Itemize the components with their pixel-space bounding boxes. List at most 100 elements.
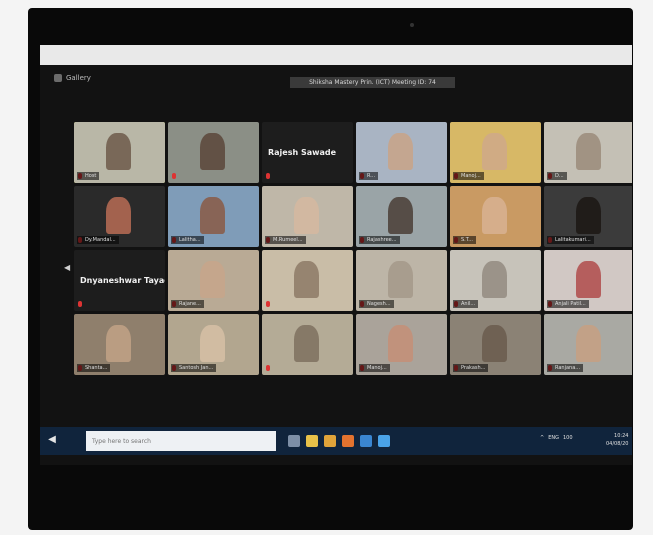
- participant-tile[interactable]: Dy.Mandal...: [74, 186, 165, 247]
- participant-silhouette: [199, 196, 226, 234]
- participant-tile[interactable]: Prakash...: [450, 314, 541, 375]
- participant-name-label: Manoj...: [359, 364, 390, 372]
- participant-name-label: Santosh Jan...: [171, 364, 217, 372]
- participant-silhouette: [387, 196, 414, 234]
- participant-silhouette: [293, 324, 320, 362]
- participant-name-label: Lalitakumari...: [547, 236, 594, 244]
- meeting-header: Gallery Shiksha Mastery Prin. (ICT) Meet…: [40, 67, 632, 95]
- participant-name-label: Anil...: [453, 300, 479, 308]
- taskbar-search[interactable]: [86, 431, 286, 451]
- participant-name-display: Dnyaneshwar Tayade: [80, 276, 165, 285]
- participant-name-label: Rajane...: [171, 300, 204, 308]
- participant-tile[interactable]: Ranjana...: [544, 314, 632, 375]
- participant-tile[interactable]: Host: [74, 122, 165, 183]
- grid-icon: [54, 74, 62, 82]
- language-indicator[interactable]: ENG: [548, 435, 559, 441]
- mic-muted-icon: [78, 301, 82, 307]
- page-left-arrow[interactable]: ◀: [64, 263, 70, 272]
- screen-top-strip: [40, 45, 632, 65]
- meeting-title: Shiksha Mastery Prin. (ICT) Meeting ID: …: [290, 77, 455, 88]
- participant-name-label: Manoj...: [453, 172, 484, 180]
- participant-silhouette: [575, 324, 602, 362]
- participant-name-label: Dy.Mandal...: [77, 236, 119, 244]
- participant-silhouette: [481, 260, 508, 298]
- participant-name-label: D...: [547, 172, 567, 180]
- participant-tile[interactable]: D...: [544, 122, 632, 183]
- participant-silhouette: [105, 196, 132, 234]
- webcam-dot: [410, 23, 414, 27]
- participant-silhouette: [575, 132, 602, 170]
- participant-tile[interactable]: Shanta...: [74, 314, 165, 375]
- participant-tile[interactable]: S.T...: [450, 186, 541, 247]
- mic-muted-icon: [266, 173, 270, 179]
- search-input[interactable]: [86, 431, 286, 451]
- participant-name-label: Host: [77, 172, 100, 180]
- participant-tile[interactable]: Manoj...: [450, 122, 541, 183]
- participant-tile[interactable]: [262, 250, 353, 311]
- tray-overflow-icon[interactable]: ^: [540, 435, 544, 441]
- participant-silhouette: [199, 132, 226, 170]
- participant-name-label: Ranjana...: [547, 364, 584, 372]
- mic-muted-icon: [266, 301, 270, 307]
- participant-name-label: Shanta...: [77, 364, 111, 372]
- participant-silhouette: [199, 324, 226, 362]
- mic-muted-icon: [266, 365, 270, 371]
- chrome-icon[interactable]: [324, 435, 336, 447]
- participant-tile[interactable]: Rajane...: [168, 250, 259, 311]
- edge-icon[interactable]: [360, 435, 372, 447]
- participant-name-label: Rajashree...: [359, 236, 400, 244]
- participant-tile[interactable]: Nagesh...: [356, 250, 447, 311]
- participant-name-label: Nagesh...: [359, 300, 394, 308]
- participant-silhouette: [105, 324, 132, 362]
- view-toggle-label: Gallery: [66, 74, 91, 82]
- participant-tile[interactable]: Manoj...: [356, 314, 447, 375]
- participant-tile[interactable]: Anjali Patil...: [544, 250, 632, 311]
- participant-tile[interactable]: Lalitakumari...: [544, 186, 632, 247]
- battery-indicator[interactable]: 100: [563, 435, 573, 441]
- participant-name-label: R...: [359, 172, 379, 180]
- taskbar-apps: [288, 433, 390, 449]
- participant-tile[interactable]: Santosh Jan...: [168, 314, 259, 375]
- clock-date: 04/08/20: [606, 441, 629, 447]
- participant-name-label: Prakash...: [453, 364, 489, 372]
- participant-silhouette: [481, 196, 508, 234]
- participant-silhouette: [199, 260, 226, 298]
- participant-tile[interactable]: Lalitha...: [168, 186, 259, 247]
- participant-name-label: Anjali Patil...: [547, 300, 589, 308]
- participant-silhouette: [387, 132, 414, 170]
- participant-gallery: Host Rajesh Sawade R... Manoj... D... Dy.Mand…: [74, 122, 632, 378]
- participant-name-display: Rajesh Sawade: [268, 148, 337, 157]
- participant-silhouette: [575, 260, 602, 298]
- participant-silhouette: [575, 196, 602, 234]
- participant-silhouette: [105, 132, 132, 170]
- participant-silhouette: [293, 260, 320, 298]
- participant-tile[interactable]: [262, 314, 353, 375]
- clock-time: 10:24: [614, 433, 629, 439]
- firefox-icon[interactable]: [342, 435, 354, 447]
- participant-tile[interactable]: Rajashree...: [356, 186, 447, 247]
- monitor-screen: Gallery Shiksha Mastery Prin. (ICT) Meet…: [40, 45, 632, 465]
- participant-tile[interactable]: Dnyaneshwar Tayade: [74, 250, 165, 311]
- start-button[interactable]: ◀: [46, 433, 58, 447]
- participant-silhouette: [387, 324, 414, 362]
- participant-name-label: S.T...: [453, 236, 476, 244]
- task-view-icon[interactable]: [288, 435, 300, 447]
- mic-muted-icon: [172, 173, 176, 179]
- gallery-view-toggle[interactable]: Gallery: [54, 74, 91, 82]
- participant-name-label: M.Rumeel...: [265, 236, 306, 244]
- participant-silhouette: [481, 324, 508, 362]
- participant-silhouette: [293, 196, 320, 234]
- windows-taskbar: ◀ ^ ENG 100 10:24 04/08/20: [40, 427, 632, 455]
- participant-silhouette: [387, 260, 414, 298]
- participant-tile[interactable]: Rajesh Sawade: [262, 122, 353, 183]
- file-explorer-icon[interactable]: [306, 435, 318, 447]
- participant-tile[interactable]: R...: [356, 122, 447, 183]
- participant-silhouette: [481, 132, 508, 170]
- participant-tile[interactable]: [168, 122, 259, 183]
- zoom-icon[interactable]: [378, 435, 390, 447]
- participant-name-label: Lalitha...: [171, 236, 204, 244]
- system-tray: ^ ENG 100: [540, 435, 573, 441]
- taskbar-clock[interactable]: 10:24 04/08/20: [606, 432, 628, 448]
- participant-tile[interactable]: M.Rumeel...: [262, 186, 353, 247]
- participant-tile[interactable]: Anil...: [450, 250, 541, 311]
